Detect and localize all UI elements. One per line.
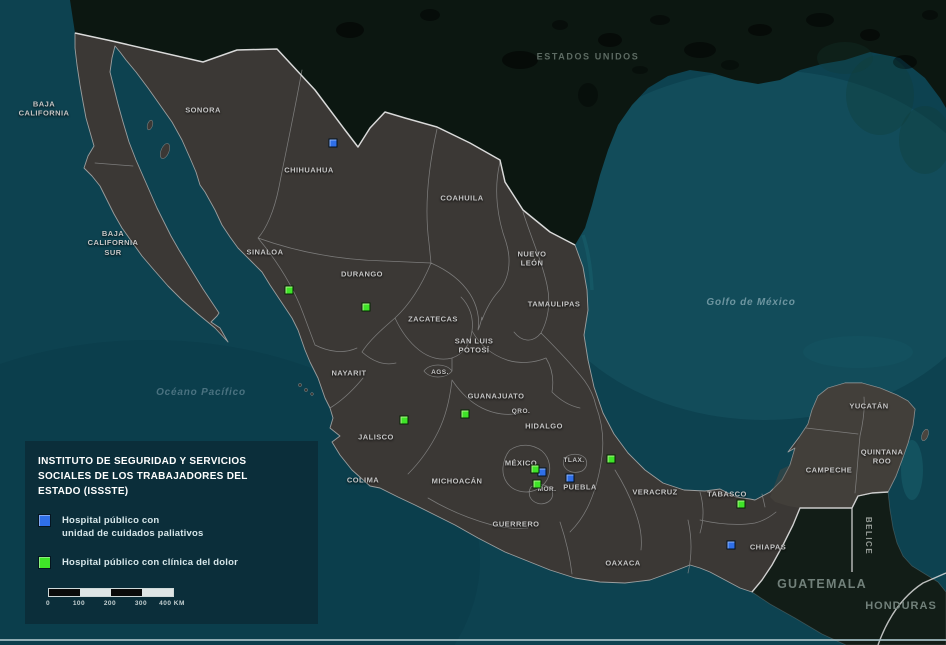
state-label-baja-california: BAJA CALIFORNIA xyxy=(19,100,70,119)
hospital-marker-dolor xyxy=(362,303,371,312)
water-label-oceano-pacifico: Océano Pacífico xyxy=(156,387,246,400)
legend-swatch-paliativos xyxy=(38,514,51,527)
issste-hospitals-map: ESTADOS UNIDOS Golfo de México Océano Pací… xyxy=(0,0,946,645)
state-label-queretaro: QRO. xyxy=(512,408,530,416)
country-label-belice: BELICE xyxy=(863,517,873,555)
scale-tick: 300 xyxy=(135,600,147,607)
state-label-colima: COLIMA xyxy=(347,475,379,484)
state-label-quintana-roo: QUINTANA ROO xyxy=(861,448,904,467)
scale-bar-segment xyxy=(111,589,142,596)
state-label-campeche: CAMPECHE xyxy=(806,465,853,474)
state-label-guanajuato: GUANAJUATO xyxy=(468,391,525,400)
legend-item-label: Hospital público con clínica del dolor xyxy=(62,556,238,569)
hospital-marker-dolor xyxy=(285,286,294,295)
legend-items: Hospital público con unidad de cuidados … xyxy=(38,514,304,569)
state-label-tamaulipas: TAMAULIPAS xyxy=(528,299,581,308)
legend-swatch-dolor xyxy=(38,556,51,569)
state-label-durango: DURANGO xyxy=(341,269,383,278)
state-label-yucatan: YUCATÁN xyxy=(849,401,888,410)
state-label-baja-california-sur: BAJA CALIFORNIA SUR xyxy=(88,229,139,257)
state-label-nayarit: NAYARIT xyxy=(331,368,366,377)
country-label-guatemala: GUATEMALA xyxy=(777,577,867,593)
state-label-veracruz: VERACRUZ xyxy=(632,487,677,496)
scale-tick: 200 xyxy=(104,600,116,607)
scale-tick: 0 xyxy=(46,600,50,607)
hospital-marker-dolor xyxy=(461,410,470,419)
hospital-marker-dolor xyxy=(737,500,746,509)
hospital-marker-dolor xyxy=(533,480,542,489)
state-label-sonora: SONORA xyxy=(185,105,221,114)
state-label-puebla: PUEBLA xyxy=(563,482,597,491)
hospital-marker-dolor xyxy=(400,416,409,425)
hospital-marker-dolor xyxy=(607,455,616,464)
scale-tick: 400 KM xyxy=(159,600,185,607)
legend-item-paliativos: Hospital público con unidad de cuidados … xyxy=(38,514,304,541)
state-label-zacatecas: ZACATECAS xyxy=(408,314,458,323)
hospital-marker-paliativos xyxy=(727,541,736,550)
country-label-honduras: HONDURAS xyxy=(865,600,937,614)
state-label-tlaxcala: TLAX. xyxy=(563,457,584,465)
scale-bar-segment xyxy=(142,589,173,596)
scale-bar-segment xyxy=(49,589,80,596)
hospital-marker-paliativos xyxy=(329,139,338,148)
hospital-marker-dolor xyxy=(531,465,540,474)
hospital-marker-paliativos xyxy=(566,474,575,483)
state-label-aguascalientes: AGS. xyxy=(431,369,449,377)
water-label-golfo-de-mexico: Golfo de México xyxy=(706,297,795,310)
state-label-michoacan: MICHOACÁN xyxy=(432,476,483,485)
scale-tick: 100 xyxy=(73,600,85,607)
legend-item-dolor: Hospital público con clínica del dolor xyxy=(38,556,304,569)
state-label-tabasco: TABASCO xyxy=(707,489,747,498)
state-label-chiapas: CHIAPAS xyxy=(750,542,786,551)
scale-bar xyxy=(48,588,174,597)
state-label-jalisco: JALISCO xyxy=(358,432,394,441)
state-label-san-luis-potosi: SAN LUIS POTOSÍ xyxy=(455,337,494,356)
state-label-chihuahua: CHIHUAHUA xyxy=(284,165,333,174)
country-label-estados-unidos: ESTADOS UNIDOS xyxy=(537,51,640,62)
legend-title: INSTITUTO DE SEGURIDAD Y SERVICIOS SOCIA… xyxy=(38,454,304,499)
state-label-guerrero: GUERRERO xyxy=(493,519,540,528)
scale-tick-labels: 0 100 200 300 400 KM xyxy=(48,600,198,611)
state-label-sinaloa: SINALOA xyxy=(247,247,284,256)
state-label-hidalgo: HIDALGO xyxy=(525,421,563,430)
state-label-coahuila: COAHUILA xyxy=(440,193,483,202)
legend-panel: INSTITUTO DE SEGURIDAD Y SERVICIOS SOCIA… xyxy=(25,441,318,624)
legend-item-label: Hospital público con unidad de cuidados … xyxy=(62,514,203,541)
state-label-nuevo-leon: NUEVO LEÓN xyxy=(518,250,547,269)
state-label-oaxaca: OAXACA xyxy=(605,558,640,567)
scale-bar-segment xyxy=(80,589,111,596)
